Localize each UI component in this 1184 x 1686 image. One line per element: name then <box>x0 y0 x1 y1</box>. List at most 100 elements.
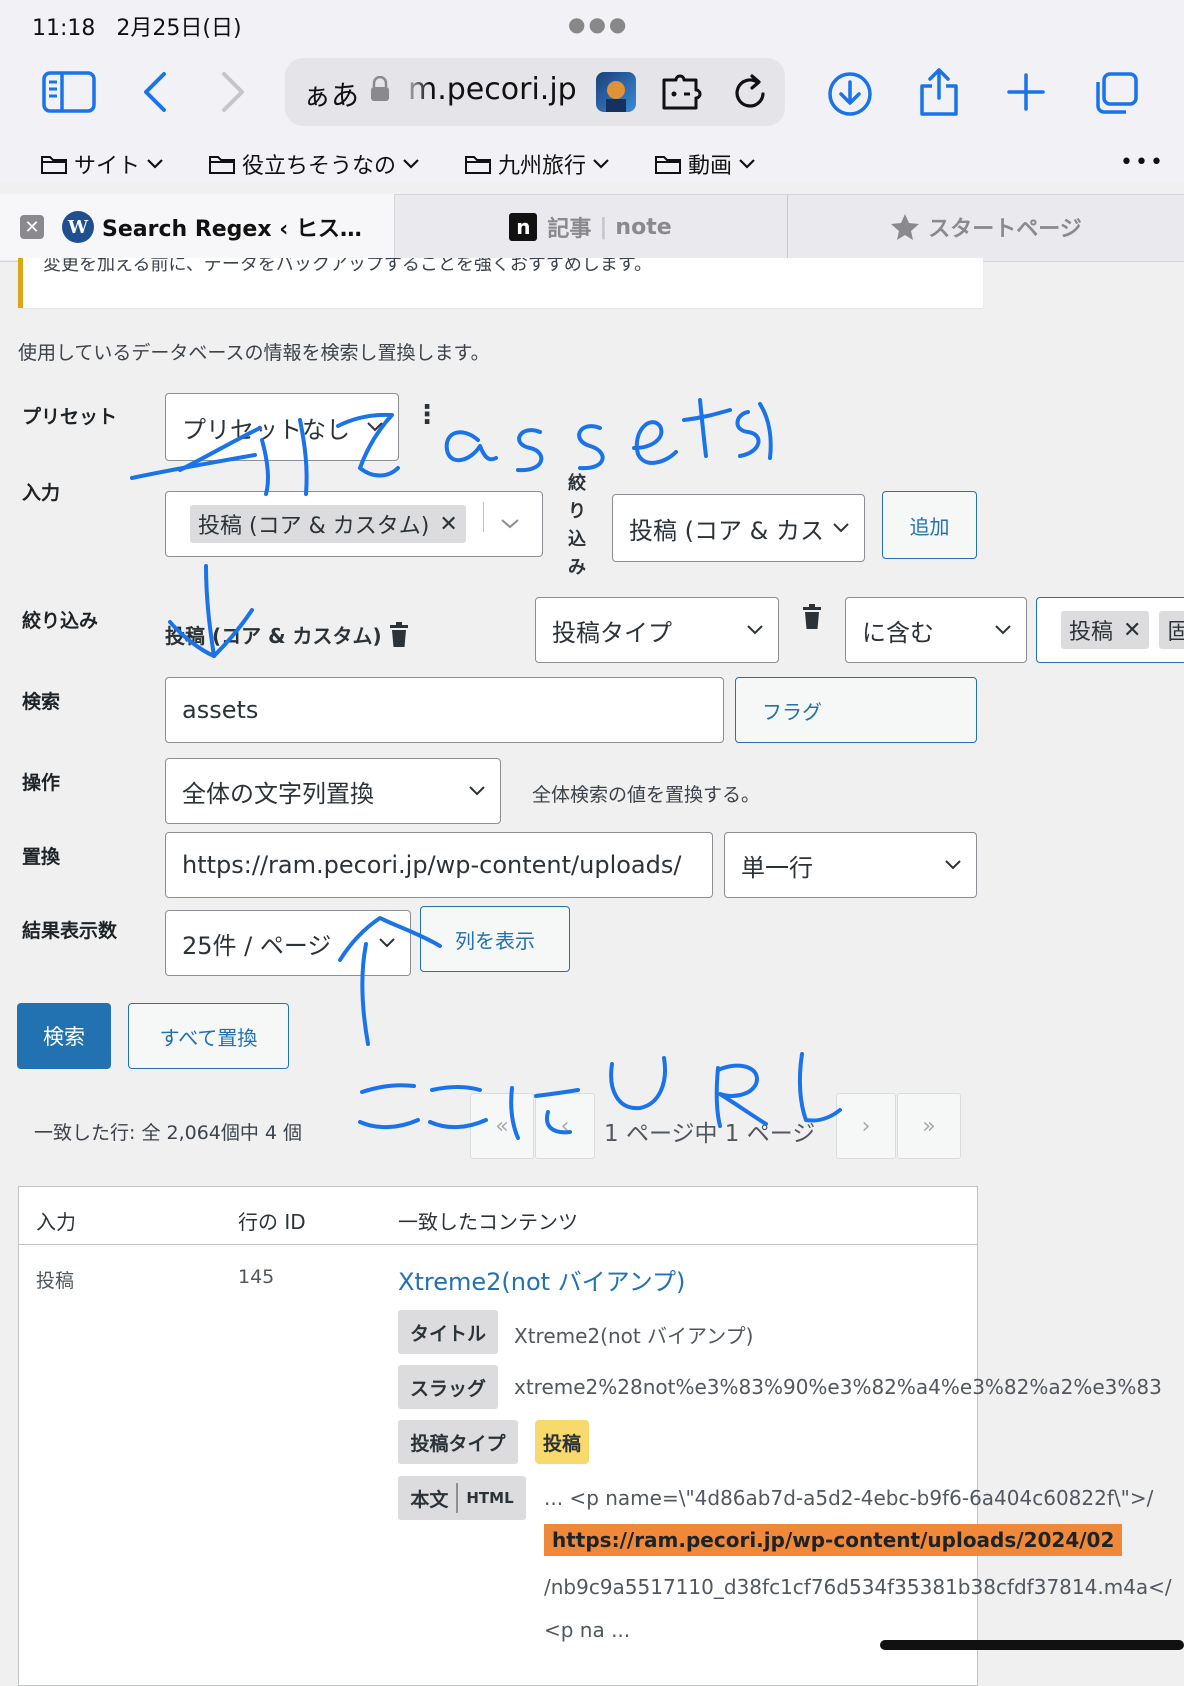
field-label-post-type: 投稿タイプ <box>398 1420 518 1464</box>
next-page-button[interactable]: › <box>836 1093 896 1159</box>
row-id: 145 <box>238 1266 275 1288</box>
new-tab-icon[interactable] <box>1006 72 1046 112</box>
close-tab-icon[interactable]: ✕ <box>20 215 44 239</box>
content-line-1: ... <p name=\"4d86ab7d-a5d2-4ebc-b9f6-6a… <box>544 1486 1154 1510</box>
filter-values-multiselect[interactable]: 投稿✕ 固 <box>1036 597 1184 663</box>
chevron-down-icon <box>379 938 395 948</box>
post-type-badge: 投稿 <box>535 1420 589 1464</box>
chevron-down-icon <box>147 159 163 169</box>
more-bookmarks-icon[interactable]: ••• <box>1120 150 1165 175</box>
reader-options[interactable]: ぁあ <box>303 74 359 114</box>
row-title-link[interactable]: Xtreme2(not バイアンプ) <box>398 1262 685 1297</box>
replace-input[interactable]: https://ram.pecori.jp/wp-content/uploads… <box>165 832 713 898</box>
row-source: 投稿 <box>36 1270 75 1292</box>
star-icon <box>891 214 920 240</box>
select-divider <box>483 502 484 532</box>
content-match-highlight[interactable]: https://ram.pecori.jp/wp-content/uploads… <box>544 1524 1123 1556</box>
share-icon[interactable] <box>918 66 960 118</box>
tab-suffix: note <box>615 214 672 240</box>
reload-icon[interactable] <box>730 70 770 114</box>
tab-start-page[interactable]: スタートページ <box>788 194 1184 260</box>
chevron-down-icon <box>469 786 485 796</box>
trash-icon[interactable] <box>388 621 410 648</box>
forward-icon[interactable] <box>218 70 248 114</box>
filter-vertical-label: 絞り込み <box>568 473 586 578</box>
filter-source-name: 投稿 (コア & カスタム) <box>165 620 410 649</box>
folder-icon <box>465 156 491 174</box>
folder-icon <box>41 156 67 174</box>
add-filter-button[interactable]: 追加 <box>882 491 977 559</box>
preset-select[interactable]: プリセットなし <box>165 393 399 461</box>
chevron-down-icon <box>833 523 849 533</box>
col-header-row-id[interactable]: 行の ID <box>238 1206 306 1235</box>
replace-all-button[interactable]: すべて置換 <box>128 1003 289 1069</box>
bookmark-folder-site[interactable]: サイト <box>40 148 164 180</box>
col-header-matched[interactable]: 一致したコンテンツ <box>398 1206 578 1235</box>
action-select[interactable]: 全体の文字列置換 <box>165 758 501 824</box>
remove-chip-icon[interactable]: ✕ <box>439 512 457 537</box>
status-time: 11:18 2月25日(日) <box>32 16 242 41</box>
chevron-down-icon <box>403 159 419 169</box>
source-label: 入力 <box>22 482 61 504</box>
search-input[interactable]: assets <box>165 677 724 743</box>
first-page-button[interactable]: « <box>470 1093 534 1159</box>
prev-page-button[interactable]: ‹ <box>535 1093 595 1159</box>
bookmark-folder-kyushu[interactable]: 九州旅行 <box>464 148 610 180</box>
filter-column-select[interactable]: 投稿タイプ <box>535 597 779 663</box>
tab-label: 記事 <box>547 217 592 242</box>
tab-search-regex[interactable]: ✕ W Search Regex ‹ ヒス… <box>0 194 395 260</box>
per-page-select[interactable]: 25件 / ページ <box>165 910 411 976</box>
filter-chip: 固 <box>1159 611 1184 649</box>
replace-mode-select[interactable]: 単一行 <box>724 832 977 898</box>
bookmark-folder-useful[interactable]: 役立ちそうなの <box>208 148 420 180</box>
wordpress-icon: W <box>62 211 94 243</box>
pager-text: 1 ページ中 1 ページ <box>604 1121 816 1147</box>
tab-divider: | <box>599 214 608 240</box>
action-label: 操作 <box>22 772 61 794</box>
chevron-down-icon <box>747 625 763 635</box>
filter-logic-select[interactable]: に含む <box>845 597 1027 663</box>
multitasking-dots-icon[interactable]: ●●● <box>568 12 629 36</box>
search-button[interactable]: 検索 <box>17 1003 111 1069</box>
flags-button[interactable]: フラグ <box>735 677 977 743</box>
chevron-down-icon <box>739 159 755 169</box>
show-columns-button[interactable]: 列を表示 <box>420 906 570 972</box>
preset-label: プリセット <box>22 406 118 428</box>
url-text[interactable]: m.pecori.jp <box>408 72 577 107</box>
tab-label: スタートページ <box>928 217 1082 242</box>
results-summary: 一致した行: 全 2,064個中 4 個 <box>34 1122 303 1144</box>
download-icon[interactable] <box>826 70 874 118</box>
col-header-source[interactable]: 入力 <box>36 1206 76 1235</box>
chevron-down-icon <box>945 860 961 870</box>
field-label-slug: スラッグ <box>398 1365 498 1409</box>
extension-puzzle-icon[interactable] <box>660 72 706 112</box>
remove-chip-icon[interactable]: ✕ <box>1123 618 1141 643</box>
extension-avatar-icon[interactable] <box>596 72 636 112</box>
sidebar-icon[interactable] <box>42 70 96 114</box>
replace-label: 置換 <box>22 846 61 868</box>
field-label-title: タイトル <box>398 1310 498 1354</box>
tab-note[interactable]: n 記事 | note <box>394 194 788 260</box>
tab-overview-icon[interactable] <box>1092 70 1140 116</box>
chevron-down-icon <box>593 159 609 169</box>
filter-source-select[interactable]: 投稿 (コア & カス <box>612 494 865 562</box>
trash-icon[interactable] <box>801 604 823 634</box>
preset-menu-icon[interactable]: ⋮ <box>414 400 440 430</box>
field-label-content: 本文 HTML <box>398 1476 526 1520</box>
field-value-title: Xtreme2(not バイアンプ) <box>514 1324 754 1348</box>
last-page-button[interactable]: » <box>897 1093 961 1159</box>
note-favicon: n <box>509 213 538 241</box>
bookmark-folder-video[interactable]: 動画 <box>654 148 756 180</box>
content-line-4: <p na ... <box>544 1618 631 1642</box>
field-value-slug: xtreme2%28not%e3%83%90%e3%82%a4%e3%82%a2… <box>514 1375 1162 1399</box>
url-fade <box>400 60 430 124</box>
page-description: 使用しているデータベースの情報を検索し置換します。 <box>18 342 490 364</box>
source-multiselect[interactable]: 投稿 (コア & カスタム) ✕ <box>165 491 543 557</box>
chevron-down-icon <box>367 422 383 432</box>
home-indicator[interactable] <box>880 1640 1184 1650</box>
lock-icon <box>370 75 390 106</box>
source-chip: 投稿 (コア & カスタム) ✕ <box>190 505 466 543</box>
table-header-divider <box>18 1244 978 1245</box>
back-icon[interactable] <box>140 70 170 114</box>
action-hint: 全体検索の値を置換する。 <box>532 784 761 806</box>
